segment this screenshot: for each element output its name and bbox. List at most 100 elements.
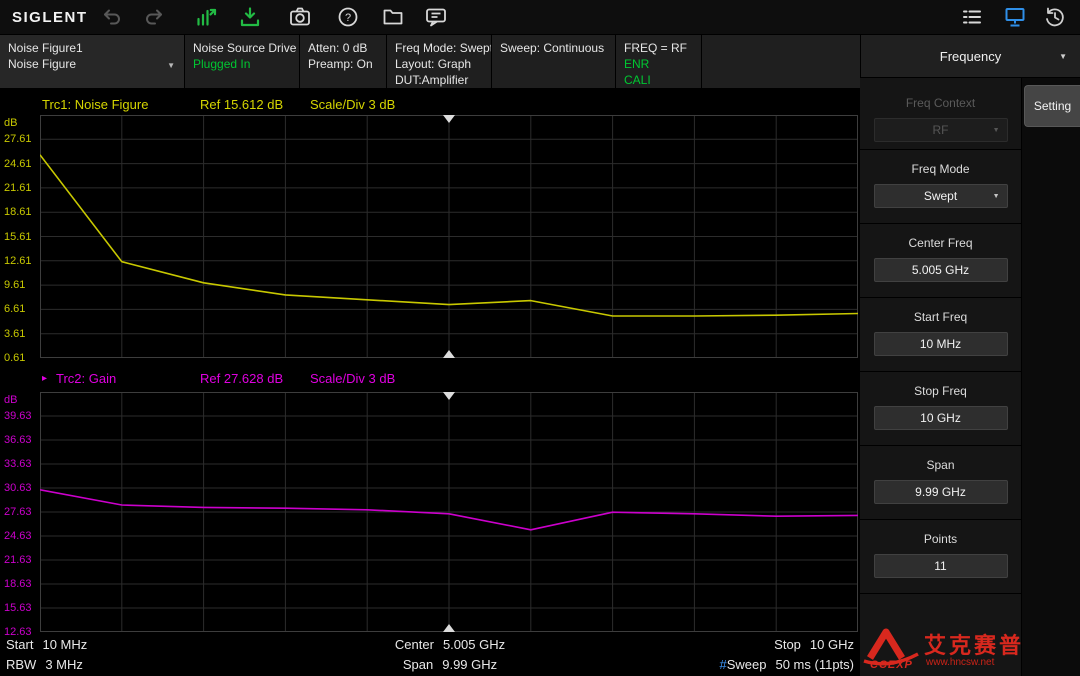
start-freq-field[interactable]: 10 MHz	[874, 332, 1008, 356]
vendor-name-cn: 艾克赛普	[924, 628, 1024, 660]
chevron-down-icon: ▼	[993, 186, 1000, 208]
stop-freq-field[interactable]: 10 GHz	[874, 406, 1008, 430]
footer-span: Span9.99 GHz	[403, 655, 497, 675]
help-button[interactable]: ?	[336, 5, 360, 29]
svg-text:?: ?	[345, 12, 351, 24]
menu-group-points: Points 11	[860, 528, 1021, 594]
stop-freq-value: 10 GHz	[920, 411, 961, 425]
menu-group-span: Span 9.99 GHz	[860, 454, 1021, 520]
enr-state: ENR	[624, 56, 701, 72]
layout-state: Layout: Graph	[395, 56, 491, 72]
trace1-header: Trc1: Noise Figure Ref 15.612 dB Scale/D…	[40, 97, 858, 113]
center-freq-field[interactable]: 5.005 GHz	[874, 258, 1008, 282]
trace1-y-axis: dB27.6124.6121.6118.6115.6112.619.616.61…	[4, 115, 39, 358]
y-tick-label: 15.61	[4, 230, 39, 244]
trace2-scale: Scale/Div 3 dB	[310, 371, 395, 386]
menu-list-button[interactable]	[960, 5, 984, 29]
vendor-url: www.hncsw.net	[926, 657, 994, 668]
y-tick-label: 33.63	[4, 457, 39, 471]
sweep-state: Sweep: Continuous	[500, 40, 615, 56]
measurement-name: Noise Figure	[8, 56, 184, 72]
menu-title-frequency[interactable]: Frequency ▼	[860, 35, 1080, 78]
trace2-header: ▸ Trc2: Gain Ref 27.628 dB Scale/Div 3 d…	[40, 371, 858, 387]
start-freq-value: 10 MHz	[920, 337, 961, 351]
freq-context-text: RF	[933, 123, 949, 137]
y-tick-label: 6.61	[4, 302, 39, 316]
status-bar: Noise Figure1 Noise Figure ▼ Noise Sourc…	[0, 35, 860, 88]
trace2-plot	[40, 392, 858, 632]
y-tick-label: 3.61	[4, 327, 39, 341]
trace2-title: Trc2: Gain	[56, 371, 116, 386]
y-tick-label: 12.61	[4, 254, 39, 268]
noise-source-button[interactable]	[194, 5, 218, 29]
y-tick-label: 27.63	[4, 505, 39, 519]
chevron-down-icon: ▼	[1059, 35, 1067, 78]
menu-title-label: Frequency	[940, 49, 1001, 64]
screenshot-button[interactable]	[288, 5, 312, 29]
folder-icon	[381, 5, 405, 29]
freq-context-label: Freq Context	[860, 92, 1021, 114]
y-tick-label: 9.61	[4, 278, 39, 292]
y-tick-label: 15.63	[4, 601, 39, 615]
source-drive-button[interactable]	[238, 5, 262, 29]
y-tick-label: 36.63	[4, 433, 39, 447]
tab-setting-label: Setting	[1034, 99, 1071, 113]
message-button[interactable]	[424, 5, 448, 29]
center-freq-value: 5.005 GHz	[912, 263, 969, 277]
menu-group-center-freq: Center Freq 5.005 GHz	[860, 232, 1021, 298]
y-tick-label: 24.63	[4, 529, 39, 543]
measurement-selector[interactable]: Noise Figure1 Noise Figure ▼	[0, 35, 185, 88]
trace1-plot	[40, 115, 858, 358]
freq-mode-label: Freq Mode	[860, 158, 1021, 180]
center-freq-label: Center Freq	[860, 232, 1021, 254]
start-freq-label: Start Freq	[860, 306, 1021, 328]
cali-state: CALI	[624, 72, 701, 88]
mode-status: Freq Mode: Swept Layout: Graph DUT:Ampli…	[387, 35, 492, 88]
toolbar: SIGLENT ?	[0, 0, 1080, 35]
footer-sweep: #Sweep50 ms (11pts)	[720, 655, 855, 675]
footer-center: Center5.005 GHz	[395, 635, 505, 655]
y-tick-label: 18.63	[4, 577, 39, 591]
footer-start: Start10 MHz	[6, 635, 87, 655]
noise-source-status: Noise Source Drive Plugged In	[185, 35, 300, 88]
freq-mode-dropdown[interactable]: Swept ▼	[874, 184, 1008, 208]
y-axis-unit: dB	[4, 116, 39, 130]
tab-setting[interactable]: Setting	[1024, 85, 1080, 127]
freq-ref-state: FREQ = RF	[624, 40, 701, 56]
dut-state: DUT:Amplifier	[395, 72, 491, 88]
chevron-down-icon: ▼	[993, 120, 1000, 142]
points-value: 11	[934, 559, 946, 573]
channel-name: Noise Figure1	[8, 40, 184, 56]
span-field[interactable]: 9.99 GHz	[874, 480, 1008, 504]
history-button[interactable]	[1043, 5, 1067, 29]
sweep-status: Sweep: Continuous	[492, 35, 616, 88]
network-button[interactable]	[1003, 5, 1027, 29]
footer-rbw: RBW3 MHz	[6, 655, 83, 675]
redo-button[interactable]	[142, 5, 166, 29]
points-label: Points	[860, 528, 1021, 550]
y-tick-label: 27.61	[4, 132, 39, 146]
brand-logo: SIGLENT	[12, 0, 88, 35]
span-label: Span	[860, 454, 1021, 476]
atten-value: Atten: 0 dB	[308, 40, 386, 56]
points-field[interactable]: 11	[874, 554, 1008, 578]
y-tick-label: 21.63	[4, 553, 39, 567]
trace2-y-axis: dB 39.63 36.63 33.63 30.63 27.63 24.63 21.63 18.…	[4, 392, 39, 632]
noise-source-state: Plugged In	[193, 56, 299, 72]
active-trace-indicator: ▸	[42, 373, 47, 384]
camera-icon	[288, 5, 312, 29]
undo-button[interactable]	[100, 5, 124, 29]
y-tick-label: 0.61	[4, 351, 39, 365]
redo-icon	[142, 5, 166, 29]
noise-figure-analyzer-screen: SIGLENT ?	[0, 0, 1080, 676]
trace1-ref: Ref 15.612 dB	[200, 97, 283, 112]
file-button[interactable]	[381, 5, 405, 29]
y-tick-label: 39.63	[4, 409, 39, 423]
y-axis-unit: dB	[4, 393, 39, 407]
network-icon	[1003, 5, 1027, 29]
freq-mode-value: Swept	[924, 189, 957, 203]
menu-list-icon	[960, 5, 984, 29]
y-tick-label: 30.63	[4, 481, 39, 495]
y-tick-label: 21.61	[4, 181, 39, 195]
menu-group-stop-freq: Stop Freq 10 GHz	[860, 380, 1021, 446]
